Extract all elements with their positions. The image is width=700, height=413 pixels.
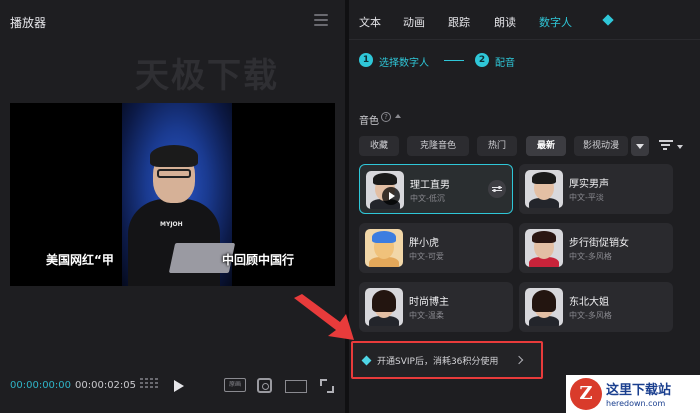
site-watermark-badge: Z 这里下载站 heredown.com [566,375,700,413]
voice-card-name: 理工直男 [410,180,450,191]
svip-upgrade-text: 开通SVIP后，消耗36积分使用 [377,357,499,367]
chip-clone-voice[interactable]: 克隆音色 [407,136,469,156]
filter-icon[interactable] [659,140,673,152]
site-logo: Z [570,378,602,410]
filter-caret-icon[interactable] [677,145,683,149]
avatar [525,288,563,326]
diamond-icon [602,14,614,26]
shirt-logo: MYJOH [160,221,183,228]
voice-card-desc: 中文-低沉 [410,194,445,203]
subtitle-right: 中回顾中国行 [222,253,295,267]
annotation-arrow [294,294,354,340]
voice-card[interactable]: 步行街促销女 中文-多风格 [519,223,673,273]
site-name: 这里下载站 [606,383,672,398]
voice-card-name: 步行街促销女 [569,238,629,249]
play-icon[interactable] [174,380,184,392]
step-number-1: 1 [359,53,373,67]
step-connector [444,60,464,61]
voice-card-name: 东北大姐 [569,297,609,308]
avatar [365,288,403,326]
tab-text[interactable]: 文本 [359,14,381,30]
help-icon[interactable]: ? [381,112,391,122]
timecode-current: 00:00:00:00 [10,380,72,391]
avatar [366,171,404,209]
diamond-icon [361,355,372,366]
aspect-ratio-icon[interactable] [285,380,307,393]
fullscreen-icon[interactable] [320,379,334,393]
chip-dropdown-button[interactable] [631,136,649,156]
avatar [365,229,403,267]
presenter-glasses [157,169,191,178]
voice-card[interactable]: 理工直男 中文-低沉 [359,164,513,214]
chip-popular[interactable]: 热门 [477,136,517,156]
voice-card-desc: 中文-可爱 [409,252,444,261]
chip-favorites[interactable]: 收藏 [359,136,399,156]
voice-card-name: 胖小虎 [409,238,439,249]
chevron-right-icon [514,355,524,365]
voice-card-name: 厚实男声 [569,179,609,190]
voice-card-desc: 中文-多风格 [569,252,612,261]
voice-card[interactable]: 时尚博主 中文-温柔 [359,282,513,332]
tab-tracking[interactable]: 跟踪 [448,14,470,30]
voice-section-title: 音色 [359,116,379,127]
voice-card[interactable]: 胖小虎 中文-可爱 [359,223,513,273]
voice-card[interactable]: 厚实男声 中文-平淡 [519,164,673,214]
menu-icon[interactable] [314,14,328,26]
timecode-total: 00:00:02:05 [75,380,137,391]
timeline-icon[interactable] [140,378,158,392]
voice-card[interactable]: 东北大姐 中文-多风格 [519,282,673,332]
tab-read-aloud[interactable]: 朗读 [494,14,516,30]
video-preview[interactable]: MYJOH 美国网红“甲 中回顾中国行 [10,103,335,286]
avatar [525,229,563,267]
chip-latest[interactable]: 最新 [526,136,566,156]
step-label-1[interactable]: 选择数字人 [379,54,429,69]
tab-animation[interactable]: 动画 [403,14,425,30]
tab-digital-human[interactable]: 数字人 [539,14,572,30]
step-number-2: 2 [475,53,489,67]
avatar [525,170,563,208]
collapse-caret-icon[interactable] [395,114,401,118]
adjust-settings-icon[interactable] [488,180,506,198]
crop-icon[interactable] [257,378,272,393]
watermark-text: 天极下载 [135,56,279,96]
quality-icon[interactable]: 原画 [224,378,246,392]
voice-card-desc: 中文-平淡 [569,193,604,202]
chip-film-anime[interactable]: 影视动漫 [574,136,628,156]
player-panel: 播放器 天极下载 MYJOH 美国网红“甲 中回顾中国行 00:00:00:00… [0,0,345,413]
player-title: 播放器 [10,16,47,30]
tab-bar: 文本 动画 跟踪 朗读 数字人 [349,0,700,40]
site-url: heredown.com [606,399,666,408]
voice-card-desc: 中文-温柔 [409,311,444,320]
subtitle-left: 美国网红“甲 [46,253,114,267]
voice-card-name: 时尚博主 [409,297,449,308]
voice-card-desc: 中文-多风格 [569,311,612,320]
presenter-hair [150,145,198,167]
svip-upgrade-bar[interactable]: 开通SVIP后，消耗36积分使用 [351,341,543,379]
step-label-2[interactable]: 配音 [495,54,515,69]
play-icon[interactable] [382,187,400,205]
